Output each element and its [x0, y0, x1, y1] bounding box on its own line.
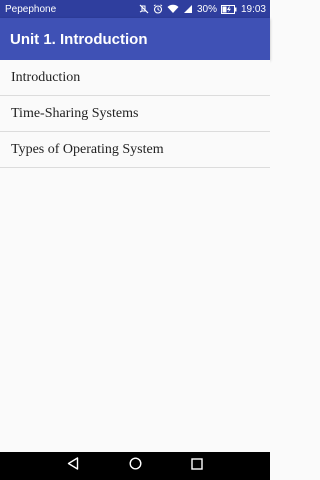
list-item-time-sharing-systems[interactable]: Time-Sharing Systems	[0, 96, 270, 132]
home-button[interactable]	[123, 454, 147, 478]
home-icon	[128, 457, 142, 475]
topic-list: Introduction Time-Sharing Systems Types …	[0, 60, 270, 168]
system-nav-bar	[0, 452, 270, 480]
battery-percent: 30%	[196, 3, 217, 15]
status-icons: 30% 19:03	[139, 4, 266, 15]
battery-charging-icon	[220, 4, 237, 14]
back-icon	[67, 457, 79, 475]
signal-icon	[183, 4, 193, 14]
clock-time: 19:03	[240, 3, 266, 15]
carrier-name: Pepephone	[5, 3, 57, 15]
app-bar: Unit 1. Introduction	[0, 18, 270, 60]
list-item-label: Introduction	[11, 69, 81, 85]
status-bar: Pepephone 30% 19:03	[0, 0, 270, 18]
recents-icon	[191, 457, 203, 475]
page-title: Unit 1. Introduction	[10, 30, 148, 48]
recents-button[interactable]	[185, 454, 209, 478]
list-item-label: Time-Sharing Systems	[11, 105, 139, 121]
screen: Pepephone 30% 19:03 Unit 1. Introduction…	[0, 0, 270, 480]
alarm-icon	[153, 4, 163, 14]
wifi-icon	[167, 4, 179, 14]
list-item-introduction[interactable]: Introduction	[0, 60, 270, 96]
list-item-types-of-operating-system[interactable]: Types of Operating System	[0, 132, 270, 168]
mute-icon	[139, 4, 149, 14]
back-button[interactable]	[61, 454, 85, 478]
list-item-label: Types of Operating System	[11, 141, 164, 157]
